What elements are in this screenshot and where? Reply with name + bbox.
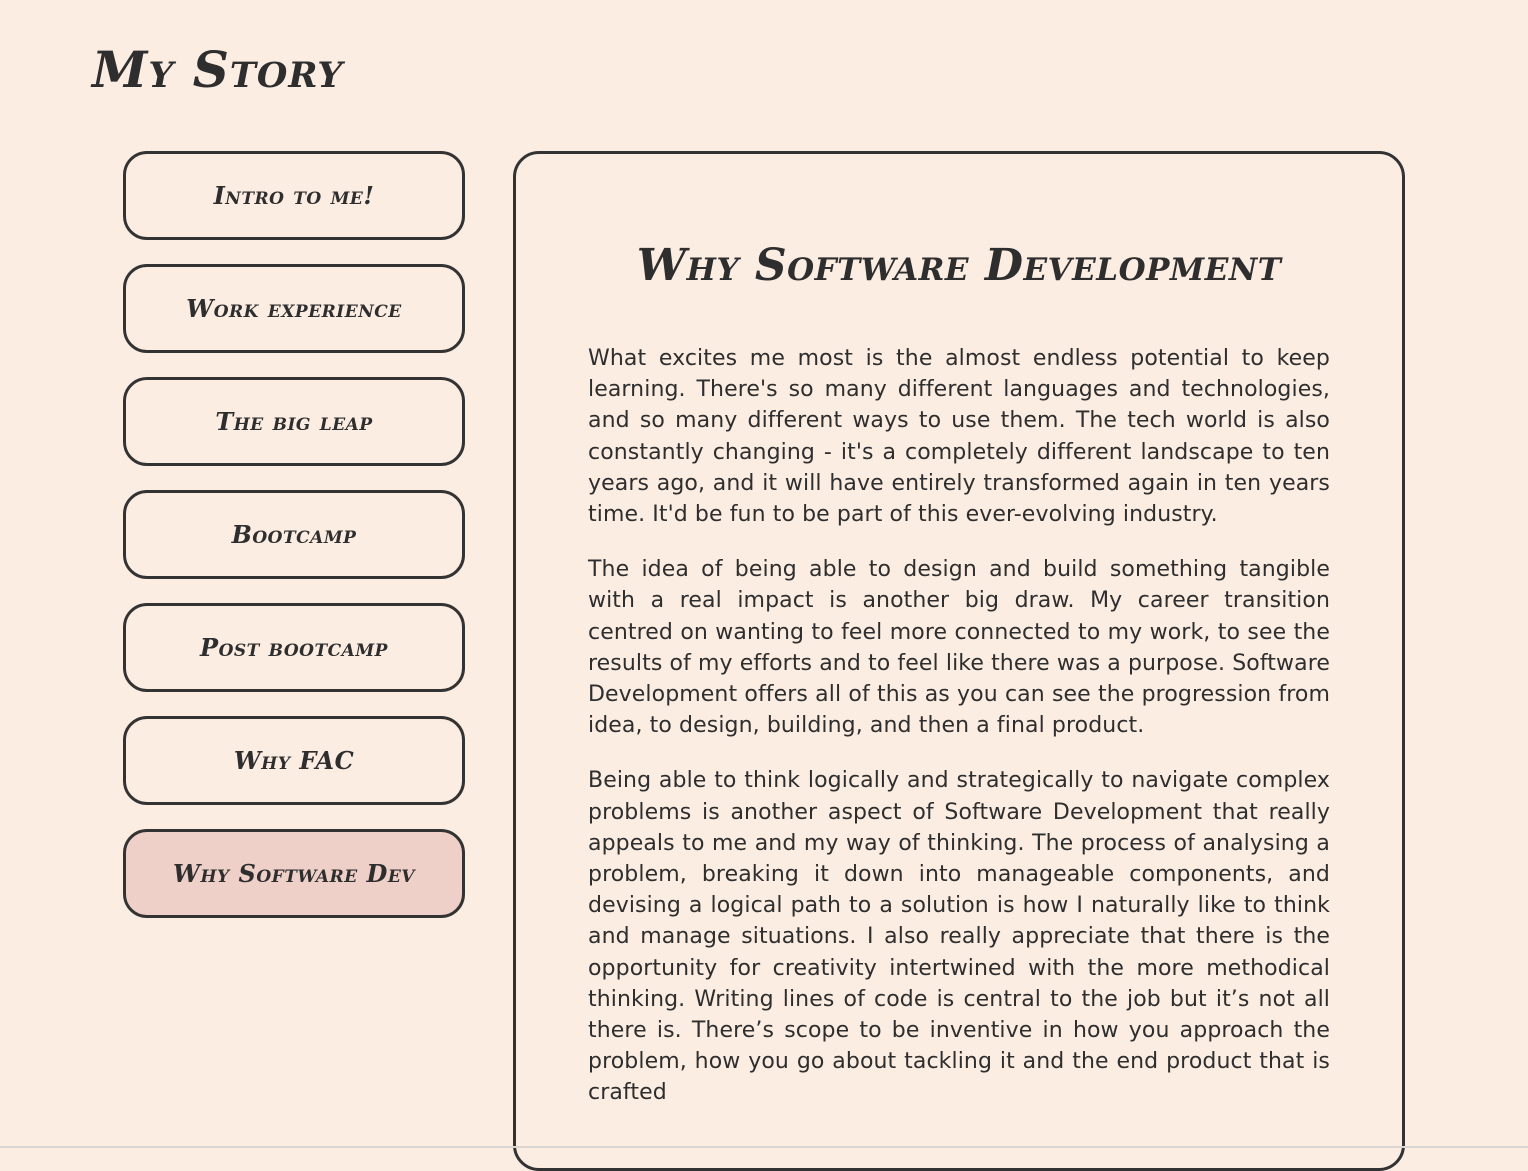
content-title: Why Software Development [636, 240, 1282, 291]
content-body: What excites me most is the almost endle… [588, 343, 1330, 1133]
story-nav: Intro to me! Work experience The big lea… [123, 151, 465, 942]
content-paragraph-1: What excites me most is the almost endle… [588, 346, 1330, 528]
nav-button-why-fac[interactable]: Why FAC [123, 716, 465, 805]
content-paragraph-2: The idea of being able to design and bui… [588, 557, 1330, 739]
content-card: Why Software Development What excites me… [513, 151, 1405, 1171]
page-title: My Story [92, 40, 344, 99]
content-paragraph-3: Being able to think logically and strate… [588, 768, 1330, 1106]
nav-button-intro[interactable]: Intro to me! [123, 151, 465, 240]
nav-button-bootcamp[interactable]: Bootcamp [123, 490, 465, 579]
nav-button-why-software-dev[interactable]: Why Software Dev [123, 829, 465, 918]
nav-button-post-bootcamp[interactable]: Post bootcamp [123, 603, 465, 692]
nav-button-big-leap[interactable]: The big leap [123, 377, 465, 466]
nav-button-work-experience[interactable]: Work experience [123, 264, 465, 353]
